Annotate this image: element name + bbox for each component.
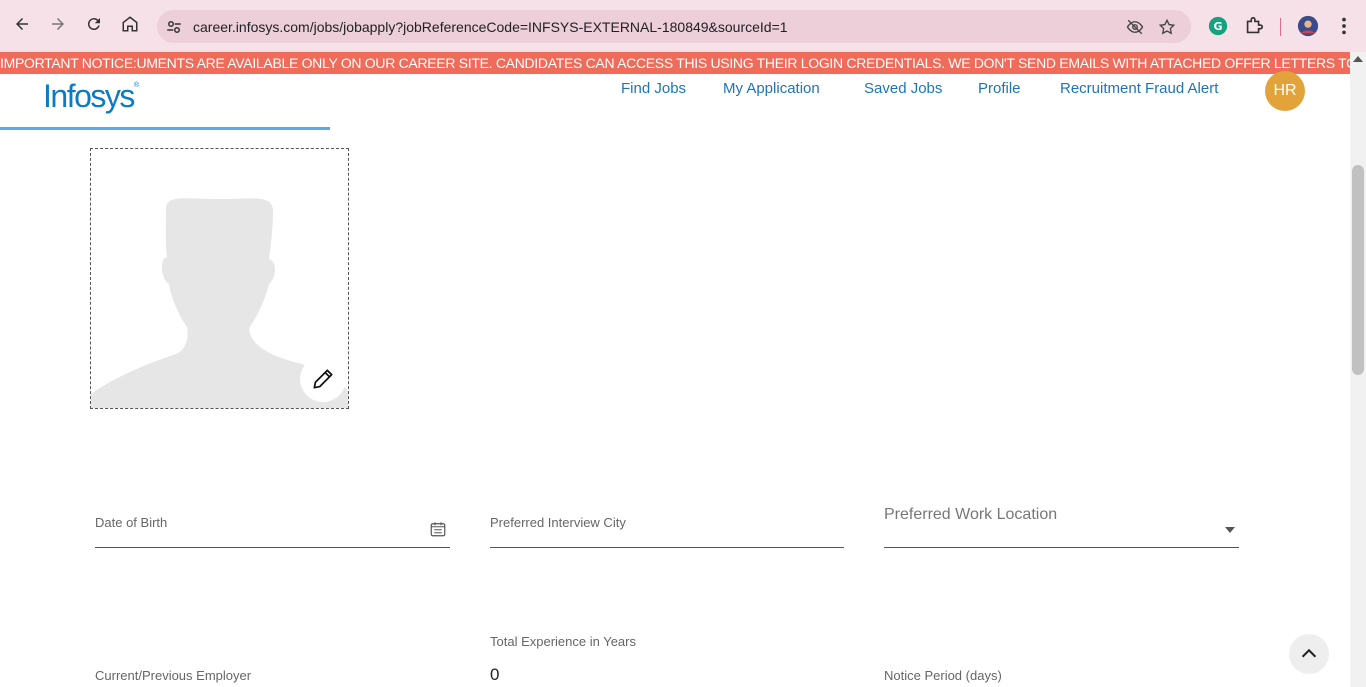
reload-icon[interactable] xyxy=(82,12,106,36)
menu-kebab-icon[interactable] xyxy=(1333,15,1355,37)
chevron-up-icon xyxy=(1301,648,1317,658)
total-experience-value: 0 xyxy=(490,665,500,684)
scroll-up-arrow-icon[interactable] xyxy=(1353,56,1363,62)
back-icon[interactable] xyxy=(10,12,34,36)
total-experience-label: Total Experience in Years xyxy=(490,634,636,649)
logo-text: Infosys xyxy=(43,78,135,114)
total-experience-field[interactable]: Total Experience in Years 0 xyxy=(490,633,844,687)
important-notice-marquee: IMPORTANT NOTICE:UMENTS ARE AVAILABLE ON… xyxy=(0,52,1350,74)
site-settings-icon[interactable] xyxy=(165,18,183,36)
date-of-birth-label: Date of Birth xyxy=(95,515,168,530)
back-to-top-button[interactable] xyxy=(1289,634,1329,674)
nav-profile[interactable]: Profile xyxy=(978,80,1021,97)
logo-registered-mark: ® xyxy=(133,82,139,89)
date-of-birth-underline xyxy=(95,547,450,548)
preferred-work-location-select[interactable]: Preferred Work Location xyxy=(884,506,1239,550)
nav-saved-jobs[interactable]: Saved Jobs xyxy=(864,80,942,97)
dropdown-arrow-icon xyxy=(1225,527,1235,533)
url-text: career.infosys.com/jobs/jobapply?jobRefe… xyxy=(193,19,788,35)
edit-photo-button[interactable] xyxy=(300,356,346,402)
home-icon[interactable] xyxy=(118,12,142,36)
browser-toolbar: career.infosys.com/jobs/jobapply?jobRefe… xyxy=(0,0,1366,52)
current-employer-label: Current/Previous Employer xyxy=(95,668,252,683)
preferred-interview-city-label: Preferred Interview City xyxy=(490,515,626,530)
pencil-icon xyxy=(313,369,333,389)
notice-period-label: Notice Period (days) xyxy=(884,668,1002,683)
eye-off-icon[interactable] xyxy=(1126,18,1144,36)
toolbar-divider xyxy=(1280,18,1281,36)
infosys-logo[interactable]: Infosys® xyxy=(43,78,139,115)
calendar-icon[interactable] xyxy=(429,520,447,538)
nav-my-application[interactable]: My Application xyxy=(723,80,820,97)
scrollbar-thumb[interactable] xyxy=(1352,165,1364,375)
address-bar[interactable]: career.infosys.com/jobs/jobapply?jobRefe… xyxy=(157,10,1191,43)
grammarly-icon[interactable]: G xyxy=(1207,15,1229,37)
header-accent-line xyxy=(0,127,330,130)
profile-avatar-icon[interactable] xyxy=(1297,15,1319,37)
nav-recruitment-fraud-alert[interactable]: Recruitment Fraud Alert xyxy=(1060,80,1218,97)
date-of-birth-field[interactable]: Date of Birth xyxy=(95,514,450,550)
user-avatar[interactable]: HR xyxy=(1265,71,1305,111)
extensions-icon[interactable] xyxy=(1243,15,1265,37)
interview-city-underline xyxy=(490,547,844,548)
preferred-interview-city-field[interactable]: Preferred Interview City xyxy=(490,514,844,550)
bookmark-star-icon[interactable] xyxy=(1158,18,1176,36)
preferred-work-location-label: Preferred Work Location xyxy=(884,506,1058,523)
notice-period-field[interactable]: Notice Period (days) xyxy=(884,667,1239,687)
svg-text:G: G xyxy=(1213,20,1222,33)
forward-icon[interactable] xyxy=(46,12,70,36)
current-employer-field[interactable]: Current/Previous Employer xyxy=(95,667,450,687)
nav-find-jobs[interactable]: Find Jobs xyxy=(621,80,686,97)
work-location-underline xyxy=(884,547,1239,548)
page-scrollbar[interactable] xyxy=(1350,52,1366,687)
